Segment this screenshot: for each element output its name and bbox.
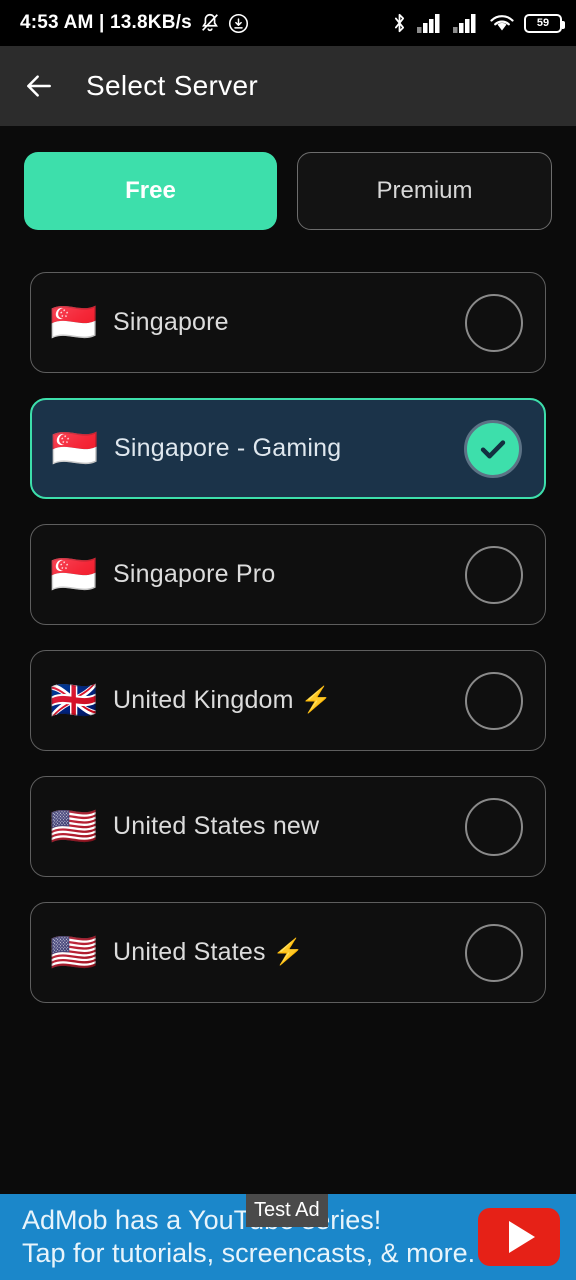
flag-icon-singapore: 🇸🇬 xyxy=(51,427,99,470)
server-name: United Kingdom ⚡ xyxy=(113,686,333,714)
bell-muted-icon xyxy=(199,12,221,34)
list-empty-space xyxy=(30,1028,546,1194)
server-row-united-states[interactable]: 🇺🇸 United States ⚡ xyxy=(30,902,546,1003)
plan-tabs: Free Premium xyxy=(0,126,576,230)
server-name: Singapore - Gaming xyxy=(114,434,342,462)
server-radio-selected[interactable] xyxy=(464,419,522,478)
status-bar-right: 59 xyxy=(391,12,565,34)
server-name: United States ⚡ xyxy=(113,938,305,966)
status-bar-left: 4:53 AM | 13.8KB/s xyxy=(20,12,249,34)
play-triangle-icon xyxy=(508,1221,535,1253)
server-name: Singapore Pro xyxy=(113,560,276,588)
ad-subline: Tap for tutorials, screencasts, & more. xyxy=(22,1238,476,1268)
server-row-singapore[interactable]: 🇸🇬 Singapore xyxy=(30,272,546,373)
battery-icon: 59 xyxy=(524,13,565,33)
app-bar: Select Server xyxy=(0,46,576,126)
youtube-play-icon[interactable] xyxy=(478,1208,560,1266)
flag-icon-united-states: 🇺🇸 xyxy=(50,931,98,974)
flag-icon-singapore: 🇸🇬 xyxy=(50,553,98,596)
status-bar: 4:53 AM | 13.8KB/s 59 xyxy=(0,0,576,46)
bluetooth-icon xyxy=(391,12,408,34)
server-row-united-kingdom[interactable]: 🇬🇧 United Kingdom ⚡ xyxy=(30,650,546,751)
server-radio[interactable] xyxy=(465,797,523,856)
server-row-singapore-pro[interactable]: 🇸🇬 Singapore Pro xyxy=(30,524,546,625)
back-arrow-icon xyxy=(23,70,55,102)
server-radio[interactable] xyxy=(465,293,523,352)
server-row-singapore-gaming[interactable]: 🇸🇬 Singapore - Gaming xyxy=(30,398,546,499)
flag-icon-singapore: 🇸🇬 xyxy=(50,301,98,344)
flag-icon-united-kingdom: 🇬🇧 xyxy=(50,679,98,722)
check-icon xyxy=(476,432,510,466)
tab-premium[interactable]: Premium xyxy=(297,152,552,230)
server-radio[interactable] xyxy=(465,923,523,982)
wifi-icon xyxy=(489,13,515,33)
server-name: United States new xyxy=(113,812,320,840)
phone-screen: 4:53 AM | 13.8KB/s 59 Select Server Free… xyxy=(0,0,576,1280)
page-title: Select Server xyxy=(86,70,258,101)
test-ad-badge: Test Ad xyxy=(246,1194,328,1227)
server-row-united-states-new[interactable]: 🇺🇸 United States new xyxy=(30,776,546,877)
ad-banner[interactable]: AdMob has a YouTube series! Tap for tuto… xyxy=(0,1194,576,1280)
battery-level: 59 xyxy=(536,16,550,29)
back-button[interactable] xyxy=(22,69,56,103)
tab-free[interactable]: Free xyxy=(24,152,277,230)
server-radio[interactable] xyxy=(465,671,523,730)
server-list: 🇸🇬 Singapore 🇸🇬 Singapore - Gaming 🇸🇬 Si… xyxy=(0,230,576,1194)
signal-sim2-icon xyxy=(453,13,480,33)
signal-sim1-icon xyxy=(417,13,444,33)
status-clock: 4:53 AM | 13.8KB/s xyxy=(20,12,192,33)
server-name: Singapore xyxy=(113,308,229,336)
screen-record-icon xyxy=(228,13,249,34)
flag-icon-united-states: 🇺🇸 xyxy=(50,805,98,848)
server-radio[interactable] xyxy=(465,545,523,604)
